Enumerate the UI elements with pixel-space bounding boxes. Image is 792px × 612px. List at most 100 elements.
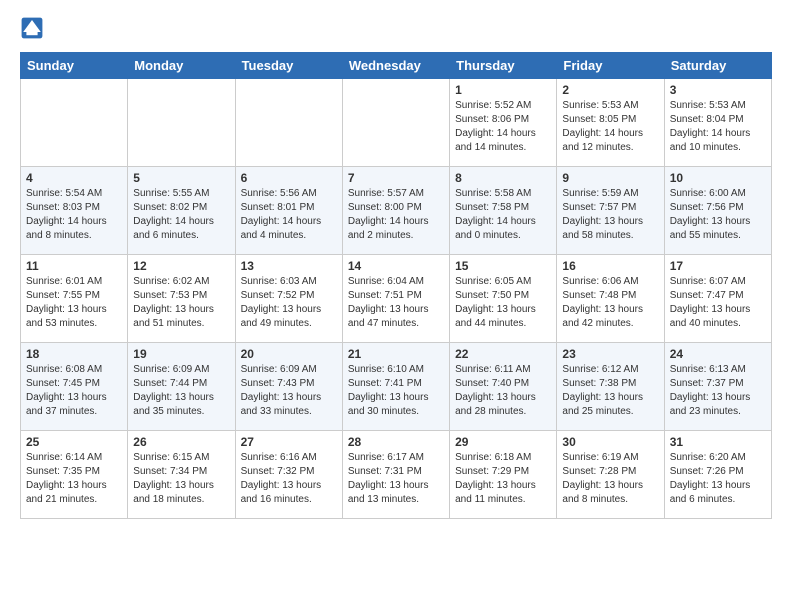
calendar-cell: 28 Sunrise: 6:17 AM Sunset: 7:31 PM Dayli… [342, 431, 449, 519]
logo [20, 16, 48, 40]
day-number: 26 [133, 435, 229, 449]
day-number: 14 [348, 259, 444, 273]
calendar-cell [21, 79, 128, 167]
day-info: Sunrise: 5:54 AM Sunset: 8:03 PM Dayligh… [26, 187, 122, 243]
day-header-saturday: Saturday [664, 53, 771, 79]
calendar-cell: 18 Sunrise: 6:08 AM Sunset: 7:45 PM Dayli… [21, 343, 128, 431]
day-number: 23 [562, 347, 658, 361]
calendar-cell [235, 79, 342, 167]
day-number: 31 [670, 435, 766, 449]
day-header-friday: Friday [557, 53, 664, 79]
day-number: 11 [26, 259, 122, 273]
day-info: Sunrise: 6:16 AM Sunset: 7:32 PM Dayligh… [241, 451, 337, 507]
calendar-cell: 26 Sunrise: 6:15 AM Sunset: 7:34 PM Dayli… [128, 431, 235, 519]
calendar-cell: 30Sunrise: 6:19 AM Sunset: 7:28 PM Dayli… [557, 431, 664, 519]
day-info: Sunrise: 6:07 AM Sunset: 7:47 PM Dayligh… [670, 275, 766, 331]
calendar-cell: 12Sunrise: 6:02 AM Sunset: 7:53 PM Dayli… [128, 255, 235, 343]
day-header-monday: Monday [128, 53, 235, 79]
calendar: SundayMondayTuesdayWednesdayThursdayFrid… [20, 52, 772, 519]
day-info: Sunrise: 6:05 AM Sunset: 7:50 PM Dayligh… [455, 275, 551, 331]
day-info: Sunrise: 6:20 AM Sunset: 7:26 PM Dayligh… [670, 451, 766, 507]
calendar-cell: 3 Sunrise: 5:53 AM Sunset: 8:04 PM Daylig… [664, 79, 771, 167]
calendar-cell: 1 Sunrise: 5:52 AM Sunset: 8:06 PM Daylig… [450, 79, 557, 167]
day-info: Sunrise: 6:04 AM Sunset: 7:51 PM Dayligh… [348, 275, 444, 331]
calendar-cell: 22 Sunrise: 6:11 AM Sunset: 7:40 PM Dayli… [450, 343, 557, 431]
calendar-cell: 19 Sunrise: 6:09 AM Sunset: 7:44 PM Dayli… [128, 343, 235, 431]
day-number: 4 [26, 171, 122, 185]
calendar-week-1: 1 Sunrise: 5:52 AM Sunset: 8:06 PM Daylig… [21, 79, 772, 167]
day-info: Sunrise: 5:59 AM Sunset: 7:57 PM Dayligh… [562, 187, 658, 243]
day-number: 18 [26, 347, 122, 361]
day-info: Sunrise: 6:08 AM Sunset: 7:45 PM Dayligh… [26, 363, 122, 419]
day-number: 15 [455, 259, 551, 273]
day-number: 21 [348, 347, 444, 361]
day-info: Sunrise: 6:12 AM Sunset: 7:38 PM Dayligh… [562, 363, 658, 419]
day-number: 27 [241, 435, 337, 449]
calendar-cell: 20Sunrise: 6:09 AM Sunset: 7:43 PM Dayli… [235, 343, 342, 431]
calendar-cell: 6 Sunrise: 5:56 AM Sunset: 8:01 PM Daylig… [235, 167, 342, 255]
logo-icon [20, 16, 44, 40]
calendar-cell: 16 Sunrise: 6:06 AM Sunset: 7:48 PM Dayli… [557, 255, 664, 343]
day-info: Sunrise: 5:58 AM Sunset: 7:58 PM Dayligh… [455, 187, 551, 243]
day-number: 22 [455, 347, 551, 361]
day-info: Sunrise: 5:53 AM Sunset: 8:04 PM Dayligh… [670, 99, 766, 155]
calendar-cell: 13 Sunrise: 6:03 AM Sunset: 7:52 PM Dayli… [235, 255, 342, 343]
day-info: Sunrise: 6:11 AM Sunset: 7:40 PM Dayligh… [455, 363, 551, 419]
calendar-cell: 4 Sunrise: 5:54 AM Sunset: 8:03 PM Daylig… [21, 167, 128, 255]
calendar-cell: 7 Sunrise: 5:57 AM Sunset: 8:00 PM Daylig… [342, 167, 449, 255]
day-number: 28 [348, 435, 444, 449]
calendar-cell: 10 Sunrise: 6:00 AM Sunset: 7:56 PM Dayli… [664, 167, 771, 255]
day-info: Sunrise: 6:00 AM Sunset: 7:56 PM Dayligh… [670, 187, 766, 243]
calendar-cell: 9 Sunrise: 5:59 AM Sunset: 7:57 PM Daylig… [557, 167, 664, 255]
day-info: Sunrise: 6:17 AM Sunset: 7:31 PM Dayligh… [348, 451, 444, 507]
day-info: Sunrise: 6:09 AM Sunset: 7:44 PM Dayligh… [133, 363, 229, 419]
day-number: 29 [455, 435, 551, 449]
day-number: 1 [455, 83, 551, 97]
day-header-thursday: Thursday [450, 53, 557, 79]
calendar-cell: 24Sunrise: 6:13 AM Sunset: 7:37 PM Dayli… [664, 343, 771, 431]
calendar-cell: 17Sunrise: 6:07 AM Sunset: 7:47 PM Dayli… [664, 255, 771, 343]
day-info: Sunrise: 6:10 AM Sunset: 7:41 PM Dayligh… [348, 363, 444, 419]
calendar-cell [342, 79, 449, 167]
day-number: 16 [562, 259, 658, 273]
calendar-cell: 2 Sunrise: 5:53 AM Sunset: 8:05 PM Daylig… [557, 79, 664, 167]
day-info: Sunrise: 6:19 AM Sunset: 7:28 PM Dayligh… [562, 451, 658, 507]
calendar-week-2: 4 Sunrise: 5:54 AM Sunset: 8:03 PM Daylig… [21, 167, 772, 255]
day-info: Sunrise: 6:14 AM Sunset: 7:35 PM Dayligh… [26, 451, 122, 507]
calendar-cell: 31 Sunrise: 6:20 AM Sunset: 7:26 PM Dayli… [664, 431, 771, 519]
calendar-cell: 5 Sunrise: 5:55 AM Sunset: 8:02 PM Daylig… [128, 167, 235, 255]
day-number: 2 [562, 83, 658, 97]
page-header [20, 16, 772, 40]
calendar-cell [128, 79, 235, 167]
day-info: Sunrise: 5:57 AM Sunset: 8:00 PM Dayligh… [348, 187, 444, 243]
day-info: Sunrise: 5:55 AM Sunset: 8:02 PM Dayligh… [133, 187, 229, 243]
day-number: 10 [670, 171, 766, 185]
day-info: Sunrise: 6:06 AM Sunset: 7:48 PM Dayligh… [562, 275, 658, 331]
day-number: 3 [670, 83, 766, 97]
day-number: 9 [562, 171, 658, 185]
day-info: Sunrise: 6:01 AM Sunset: 7:55 PM Dayligh… [26, 275, 122, 331]
day-number: 7 [348, 171, 444, 185]
day-info: Sunrise: 6:02 AM Sunset: 7:53 PM Dayligh… [133, 275, 229, 331]
day-header-tuesday: Tuesday [235, 53, 342, 79]
day-number: 8 [455, 171, 551, 185]
day-info: Sunrise: 5:53 AM Sunset: 8:05 PM Dayligh… [562, 99, 658, 155]
calendar-week-4: 18 Sunrise: 6:08 AM Sunset: 7:45 PM Dayli… [21, 343, 772, 431]
calendar-week-5: 25Sunrise: 6:14 AM Sunset: 7:35 PM Dayli… [21, 431, 772, 519]
day-header-sunday: Sunday [21, 53, 128, 79]
day-number: 6 [241, 171, 337, 185]
day-info: Sunrise: 5:52 AM Sunset: 8:06 PM Dayligh… [455, 99, 551, 155]
day-number: 13 [241, 259, 337, 273]
calendar-cell: 27 Sunrise: 6:16 AM Sunset: 7:32 PM Dayli… [235, 431, 342, 519]
calendar-week-3: 11 Sunrise: 6:01 AM Sunset: 7:55 PM Dayli… [21, 255, 772, 343]
calendar-cell: 29Sunrise: 6:18 AM Sunset: 7:29 PM Dayli… [450, 431, 557, 519]
day-info: Sunrise: 6:13 AM Sunset: 7:37 PM Dayligh… [670, 363, 766, 419]
day-header-wednesday: Wednesday [342, 53, 449, 79]
day-info: Sunrise: 6:09 AM Sunset: 7:43 PM Dayligh… [241, 363, 337, 419]
day-number: 19 [133, 347, 229, 361]
day-info: Sunrise: 6:15 AM Sunset: 7:34 PM Dayligh… [133, 451, 229, 507]
day-info: Sunrise: 5:56 AM Sunset: 8:01 PM Dayligh… [241, 187, 337, 243]
day-number: 5 [133, 171, 229, 185]
day-info: Sunrise: 6:03 AM Sunset: 7:52 PM Dayligh… [241, 275, 337, 331]
calendar-cell: 8 Sunrise: 5:58 AM Sunset: 7:58 PM Daylig… [450, 167, 557, 255]
